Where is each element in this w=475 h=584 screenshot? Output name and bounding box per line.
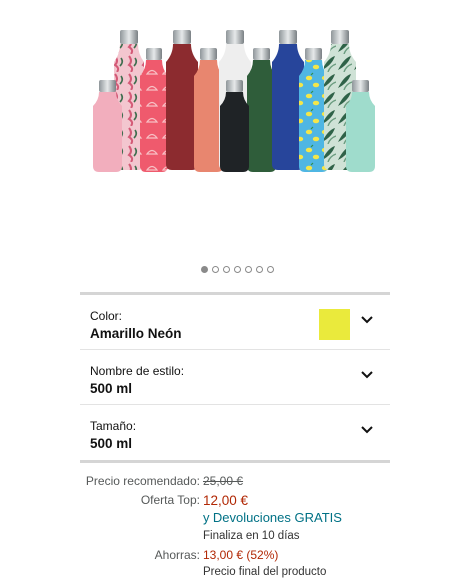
list-price-label: Precio recomendado: (85, 474, 200, 488)
carousel-dot[interactable] (256, 266, 263, 273)
variant-label: Color: (90, 309, 123, 323)
color-swatch[interactable] (319, 309, 350, 340)
variant-size-selector[interactable]: Tamaño: 500 ml (80, 405, 390, 463)
variant-label: Tamaño: (90, 419, 137, 433)
chevron-down-icon[interactable] (360, 425, 374, 435)
carousel-dot[interactable] (223, 266, 230, 273)
variant-label: Nombre de estilo: (90, 364, 185, 378)
deal-price-label: Oferta Top: (140, 493, 200, 507)
variant-style-selector[interactable]: Nombre de estilo: 500 ml (80, 350, 390, 405)
product-image[interactable] (0, 0, 475, 260)
chevron-down-icon[interactable] (360, 315, 374, 325)
deal-price: 12,00 € (203, 493, 249, 508)
free-returns-text: y Devoluciones GRATIS (203, 510, 342, 525)
savings-value: 13,00 € (52%) (203, 548, 279, 562)
carousel-dot[interactable] (201, 266, 208, 273)
savings-label: Ahorras: (154, 548, 200, 562)
carousel-dot[interactable] (234, 266, 241, 273)
carousel-dot[interactable] (267, 266, 274, 273)
variation-selectors: Color: Amarillo Neón Nombre de estilo: 5… (80, 292, 390, 463)
carousel-dot[interactable] (245, 266, 252, 273)
variant-value: 500 ml (90, 436, 133, 451)
deal-ends-text: Finaliza en 10 días (203, 530, 300, 542)
final-price-note: Precio final del producto (203, 566, 327, 578)
product-bottles-illustration (93, 30, 375, 172)
list-price: 25,00 € (203, 474, 244, 488)
variant-color-selector[interactable]: Color: Amarillo Neón (80, 295, 390, 350)
carousel-dot[interactable] (212, 266, 219, 273)
returns-prefix: y (203, 510, 210, 525)
chevron-down-icon[interactable] (360, 370, 374, 380)
variant-value: Amarillo Neón (90, 326, 182, 341)
image-carousel-dots[interactable] (0, 266, 475, 273)
variant-value: 500 ml (90, 381, 133, 396)
free-returns-link[interactable]: Devoluciones GRATIS (213, 510, 342, 525)
